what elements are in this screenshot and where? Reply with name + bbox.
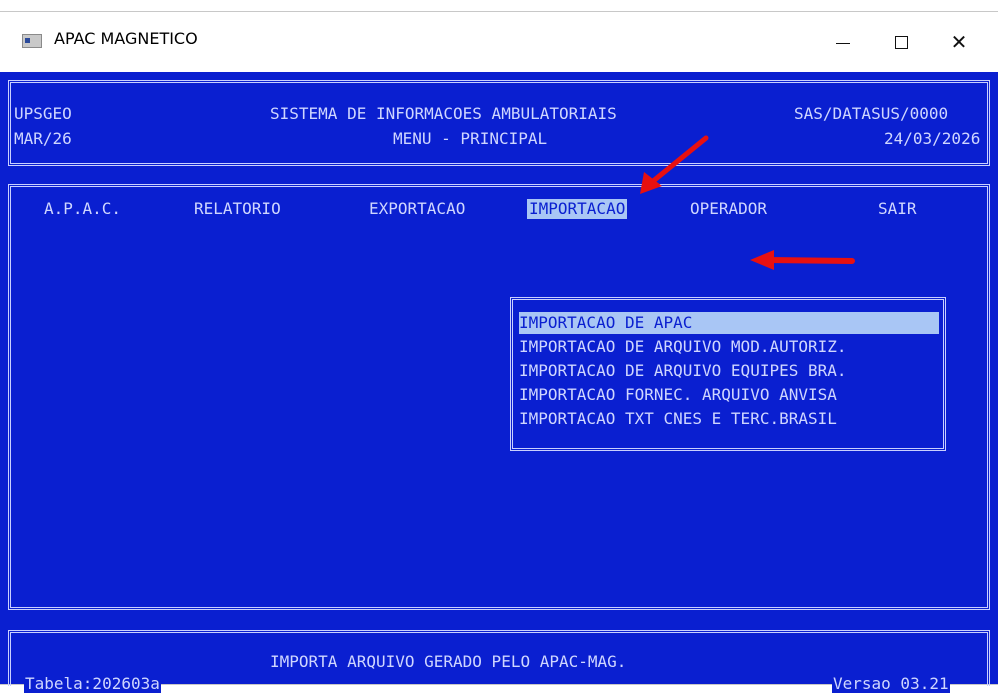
versao-label: Versao 03.21 (832, 674, 950, 693)
header-user: UPSGEO (14, 104, 72, 123)
submenu-importacao-equipes-bra[interactable]: IMPORTACAO DE ARQUIVO EQUIPES BRA. (519, 360, 939, 382)
menu-sair[interactable]: SAIR (878, 199, 917, 219)
annotation-arrow-menu (640, 135, 709, 194)
arrow-shaft (765, 257, 855, 264)
close-icon: ✕ (950, 30, 968, 54)
menu-relatorio[interactable]: RELATORIO (194, 199, 281, 219)
app-window: APAC MAGNETICO ✕ UPSGEO MAR/26 SISTEMA D… (0, 12, 998, 693)
menu-importacao[interactable]: IMPORTACAO (527, 199, 628, 219)
menu-apac[interactable]: A.P.A.C. (44, 199, 121, 219)
header-menu-title: MENU - PRINCIPAL (393, 129, 548, 148)
arrow-shaft (649, 135, 709, 185)
minimize-icon (836, 42, 850, 44)
arrow-head (750, 250, 774, 270)
status-message: IMPORTA ARQUIVO GERADO PELO APAC-MAG. (270, 652, 627, 671)
menu-exportacao[interactable]: EXPORTACAO (369, 199, 465, 219)
header-system-name: SISTEMA DE INFORMACOES AMBULATORIAIS (270, 104, 617, 123)
app-icon (22, 34, 42, 48)
minimize-button[interactable] (820, 12, 866, 72)
window-title: APAC MAGNETICO (54, 29, 198, 48)
tabela-label: Tabela:202603a (24, 674, 161, 693)
importacao-submenu: IMPORTACAO DE APAC IMPORTACAO DE ARQUIVO… (510, 297, 946, 451)
maximize-button[interactable] (878, 12, 924, 72)
header-date: 24/03/2026 (884, 129, 981, 148)
header-competencia: MAR/26 (14, 129, 72, 148)
menu-operador[interactable]: OPERADOR (690, 199, 767, 219)
annotation-arrow-submenu (750, 250, 855, 270)
header-org: SAS/DATASUS/0000 (794, 104, 949, 123)
submenu-importacao-mod-autoriz[interactable]: IMPORTACAO DE ARQUIVO MOD.AUTORIZ. (519, 336, 939, 358)
close-button[interactable]: ✕ (936, 12, 982, 72)
maximize-icon (894, 35, 908, 49)
submenu-importacao-apac[interactable]: IMPORTACAO DE APAC (519, 312, 939, 334)
console-area: UPSGEO MAR/26 SISTEMA DE INFORMACOES AMB… (0, 72, 998, 693)
title-bar[interactable]: APAC MAGNETICO ✕ (0, 12, 998, 72)
submenu-importacao-cnes[interactable]: IMPORTACAO TXT CNES E TERC.BRASIL (519, 408, 939, 430)
submenu-importacao-anvisa[interactable]: IMPORTACAO FORNEC. ARQUIVO ANVISA (519, 384, 939, 406)
